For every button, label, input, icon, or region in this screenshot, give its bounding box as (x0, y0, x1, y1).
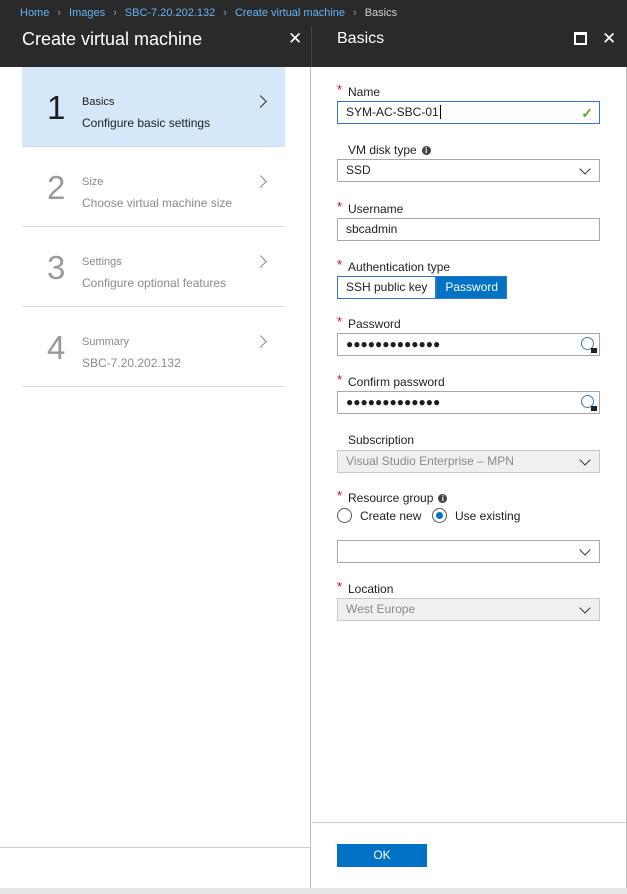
required-marker: * (337, 579, 343, 594)
password-reveal-icon[interactable] (581, 395, 597, 411)
checkmark-icon: ✓ (581, 105, 593, 121)
location-label: Location (348, 582, 394, 596)
username-value: sbcadmin (346, 222, 398, 236)
text-cursor (439, 105, 441, 119)
step-subtitle: Configure optional features (82, 276, 227, 290)
vm-disk-type-label: VM disk type i (348, 143, 431, 157)
footer-divider (0, 847, 311, 848)
breadcrumb-create-vm[interactable]: Create virtual machine (235, 7, 345, 19)
wizard-steps-pane: 1 Basics Configure basic settings 2 Size… (0, 67, 311, 888)
auth-type-toggle: SSH public key Password (337, 276, 508, 299)
right-blade-title: Basics (337, 30, 385, 47)
location-value: West Europe (346, 602, 416, 616)
step-title: Size (82, 176, 104, 188)
auth-option-password[interactable]: Password (436, 276, 508, 299)
bottom-scroll-strip (0, 888, 627, 894)
name-input[interactable]: SYM-AC-SBC-01 ✓ (337, 101, 600, 124)
maximize-icon[interactable] (574, 32, 587, 45)
radio-circle (432, 508, 447, 523)
step-subtitle: Configure basic settings (82, 116, 211, 130)
chevron-right-icon (254, 175, 267, 188)
subscription-dropdown[interactable]: Visual Studio Enterprise – MPN (337, 450, 600, 473)
required-marker: * (337, 199, 343, 214)
step-number: 4 (47, 329, 66, 366)
chevron-right-icon (254, 95, 267, 108)
breadcrumb-images[interactable]: Images (69, 7, 105, 19)
breadcrumb-current: Basics (364, 7, 398, 19)
chevron-down-icon (579, 454, 591, 466)
step-title: Basics (82, 96, 115, 108)
username-label: Username (348, 202, 404, 216)
resource-group-dropdown[interactable] (337, 540, 600, 563)
resource-group-label-text: Resource group (348, 491, 434, 505)
breadcrumb-separator-icon: › (353, 7, 357, 19)
chevron-down-icon (579, 163, 591, 175)
password-masked-value: ●●●●●●●●●●●●● (346, 337, 441, 351)
step-number: 1 (47, 89, 66, 126)
radio-create-new[interactable]: Create new (337, 508, 421, 523)
pane-border (310, 67, 311, 888)
vm-disk-type-label-text: VM disk type (348, 143, 417, 157)
auth-type-label: Authentication type (348, 260, 451, 274)
password-label: Password (348, 317, 401, 331)
password-input[interactable]: ●●●●●●●●●●●●● (337, 333, 600, 356)
wizard-step-settings[interactable]: 3 Settings Configure optional features (22, 227, 285, 307)
basics-form-pane: * Name SYM-AC-SBC-01 ✓ VM disk type i SSD… (312, 67, 627, 888)
breadcrumb-separator-icon: › (113, 7, 117, 19)
radio-use-existing[interactable]: Use existing (432, 508, 520, 523)
info-icon[interactable]: i (438, 494, 448, 503)
step-number: 3 (47, 249, 66, 286)
wizard-step-summary[interactable]: 4 Summary SBC-7.20.202.132 (22, 307, 285, 387)
name-label: Name (348, 85, 381, 99)
required-marker: * (337, 372, 343, 387)
breadcrumb-separator-icon: › (57, 7, 62, 19)
left-blade-title: Create virtual machine (22, 29, 203, 49)
subscription-label: Subscription (348, 433, 415, 447)
location-dropdown[interactable]: West Europe (337, 598, 600, 621)
footer-divider (312, 822, 626, 823)
close-icon[interactable]: ✕ (288, 30, 302, 47)
chevron-right-icon (254, 255, 267, 268)
name-input-value: SYM-AC-SBC-01 (346, 105, 439, 119)
step-subtitle: Choose virtual machine size (82, 196, 233, 210)
subscription-value: Visual Studio Enterprise – MPN (346, 454, 514, 468)
wizard-step-size[interactable]: 2 Size Choose virtual machine size (22, 147, 285, 227)
chevron-right-icon (254, 335, 267, 348)
step-number: 2 (47, 169, 66, 206)
auth-option-ssh[interactable]: SSH public key (337, 276, 437, 299)
vm-disk-type-value: SSD (346, 163, 371, 177)
required-marker: * (337, 314, 343, 329)
radio-label: Use existing (455, 508, 521, 523)
resource-group-label: Resource group i (348, 491, 448, 505)
step-title: Settings (82, 256, 122, 268)
vm-disk-type-dropdown[interactable]: SSD (337, 159, 600, 182)
wizard-step-basics[interactable]: 1 Basics Configure basic settings (22, 67, 285, 147)
confirm-password-masked-value: ●●●●●●●●●●●●● (346, 395, 441, 409)
required-marker: * (337, 257, 343, 272)
breadcrumb-home[interactable]: Home (20, 7, 49, 19)
required-marker: * (337, 488, 343, 503)
confirm-password-input[interactable]: ●●●●●●●●●●●●● (337, 391, 600, 414)
breadcrumb-separator-icon: › (223, 7, 227, 19)
breadcrumb: Home › Images › SBC-7.20.202.132 › Creat… (0, 0, 627, 26)
password-reveal-icon[interactable] (581, 337, 597, 353)
right-blade-header: Basics ✕ (312, 26, 627, 67)
close-icon[interactable]: ✕ (602, 30, 616, 47)
ok-button[interactable]: OK (337, 844, 427, 867)
step-title: Summary (82, 336, 130, 348)
chevron-down-icon (579, 602, 591, 614)
radio-label: Create new (360, 508, 422, 523)
info-icon[interactable]: i (421, 146, 431, 155)
left-blade-header: Create virtual machine ✕ (0, 26, 311, 67)
required-marker: * (337, 82, 343, 97)
breadcrumb-image[interactable]: SBC-7.20.202.132 (125, 7, 216, 19)
confirm-password-label: Confirm password (348, 375, 445, 389)
radio-circle (337, 508, 352, 523)
chevron-down-icon (579, 544, 591, 556)
username-input[interactable]: sbcadmin (337, 218, 600, 241)
step-subtitle: SBC-7.20.202.132 (82, 356, 181, 370)
